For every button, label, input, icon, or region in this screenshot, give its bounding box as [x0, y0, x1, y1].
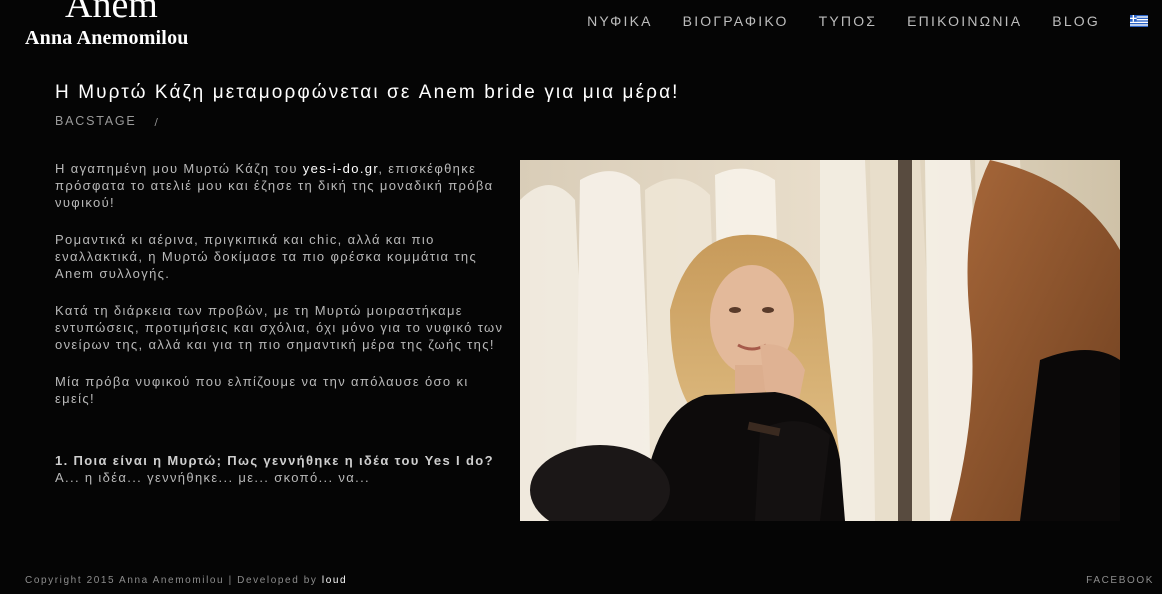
site-logo[interactable]: Anem Anna Anemomilou [25, 0, 215, 52]
article-meta: BACSTAGE / [55, 114, 158, 128]
logo-name: Anna Anemomilou [25, 27, 189, 49]
developer-link[interactable]: loud [322, 575, 347, 586]
logo-mark: Anem [65, 0, 158, 26]
footer-copyright: Copyright 2015 Anna Anemomilou | Develop… [25, 575, 347, 586]
category-link[interactable]: BACSTAGE [55, 114, 137, 128]
intro-text: Η αγαπημένη μου Μυρτώ Κάζη του [55, 161, 303, 176]
article-photo [520, 160, 1120, 521]
main-nav: ΝΥΦΙΚΑ ΒΙΟΓΡΑΦΙΚΟ ΤΥΠΟΣ ΕΠΙΚΟΙΝΩΝΙΑ BLOG [557, 13, 1148, 29]
nav-item-blog[interactable]: BLOG [1052, 13, 1100, 29]
interview-answer: Α... η ιδέα... γεννήθηκε... με... σκοπό.… [55, 470, 371, 485]
facebook-link[interactable]: FACEBOOK [1086, 575, 1154, 586]
article-body: Η αγαπημένη μου Μυρτώ Κάζη του yes-i-do.… [55, 160, 505, 521]
meta-separator: / [154, 117, 158, 128]
interview-question: 1. Ποια είναι η Μυρτώ; Πως γεννήθηκε η ι… [55, 453, 494, 468]
copyright-text: Copyright 2015 Anna Anemomilou | Develop… [25, 575, 322, 586]
greek-flag-icon[interactable] [1130, 15, 1148, 27]
nav-item-dresses[interactable]: ΝΥΦΙΚΑ [587, 13, 653, 29]
yes-i-do-link[interactable]: yes-i-do.gr [303, 161, 379, 176]
article-title: Η Μυρτώ Κάζη μεταμορφώνεται σε Anem brid… [55, 82, 680, 103]
article-paragraph: Κατά τη διάρκεια των προβών, με τη Μυρτώ… [55, 303, 504, 352]
nav-item-contact[interactable]: ΕΠΙΚΟΙΝΩΝΙΑ [907, 13, 1022, 29]
nav-item-press[interactable]: ΤΥΠΟΣ [819, 13, 878, 29]
article-paragraph: Η αγαπημένη μου Μυρτώ Κάζη του yes-i-do.… [55, 160, 505, 211]
article-paragraph: Μία πρόβα νυφικού που ελπίζουμε να την α… [55, 374, 469, 406]
article-paragraph: Ρομαντικά κι αέρινα, πριγκιπικά και chic… [55, 232, 478, 281]
nav-item-biography[interactable]: ΒΙΟΓΡΑΦΙΚΟ [683, 13, 789, 29]
